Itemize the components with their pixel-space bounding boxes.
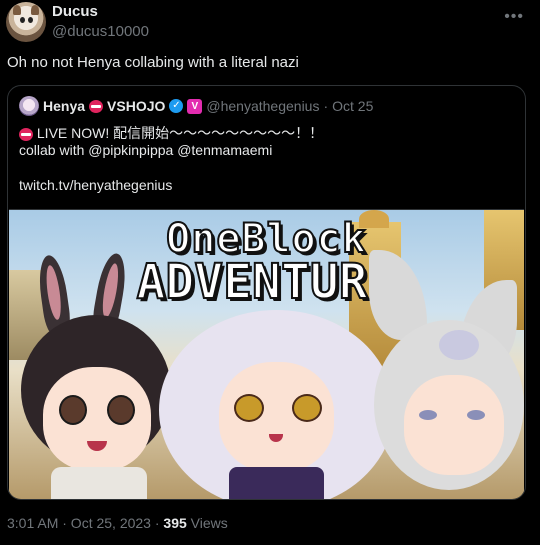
live-icon (19, 127, 33, 141)
quoted-author-name-suffix[interactable]: VSHOJO (107, 98, 165, 114)
separator-dot: · (323, 98, 329, 114)
author-avatar[interactable] (6, 2, 46, 42)
quoted-author-avatar[interactable] (19, 96, 39, 116)
character-center (159, 302, 394, 499)
author-display-name[interactable]: Ducus (52, 3, 98, 20)
author-handle[interactable]: @ducus10000 (52, 23, 149, 40)
avatar-eye (28, 17, 33, 23)
quoted-tweet-date[interactable]: Oct 25 (332, 98, 373, 114)
character-right (364, 250, 524, 499)
quoted-tweet-header: Henya VSHOJO ✓ V @henyathegenius · Oct 2… (19, 96, 373, 116)
more-horizontal-icon[interactable]: ••• (504, 8, 524, 26)
tweet-text: Oh no not Henya collabing with a literal… (7, 54, 299, 71)
character-left (21, 251, 171, 499)
avatar-ear (31, 5, 39, 15)
tweet-header: Ducus @ducus10000 ••• (0, 0, 540, 48)
avatar-eye (20, 17, 25, 23)
quoted-media-image[interactable]: OneBlock ADVENTURE (9, 209, 524, 499)
avatar-ear (13, 5, 21, 15)
quoted-link[interactable]: twitch.tv/henyathegenius (19, 177, 172, 193)
views-count: 395 (163, 515, 187, 531)
quoted-tweet-card[interactable]: Henya VSHOJO ✓ V @henyathegenius · Oct 2… (7, 85, 526, 500)
tweet-timestamp[interactable]: 3:01 AM · Oct 25, 2023 · (7, 515, 160, 531)
quoted-text-line-1: LIVE NOW! 配信開始〜〜〜〜〜〜〜〜〜！！ (36, 125, 324, 141)
quoted-author-handle[interactable]: @henyathegenius (206, 98, 319, 114)
quoted-author-name[interactable]: Henya (43, 98, 85, 114)
live-icon (89, 99, 104, 113)
vshojo-badge-icon: V (187, 98, 203, 114)
verified-icon: ✓ (169, 99, 184, 113)
quoted-text-line-2: collab with @pipkinpippa @tenmamaemi (19, 142, 273, 158)
quoted-text-line: LIVE NOW! 配信開始〜〜〜〜〜〜〜〜〜！！ (19, 123, 323, 143)
views-label: Views (190, 515, 228, 531)
tweet-metadata: 3:01 AM · Oct 25, 2023 · 395 Views (7, 515, 228, 531)
